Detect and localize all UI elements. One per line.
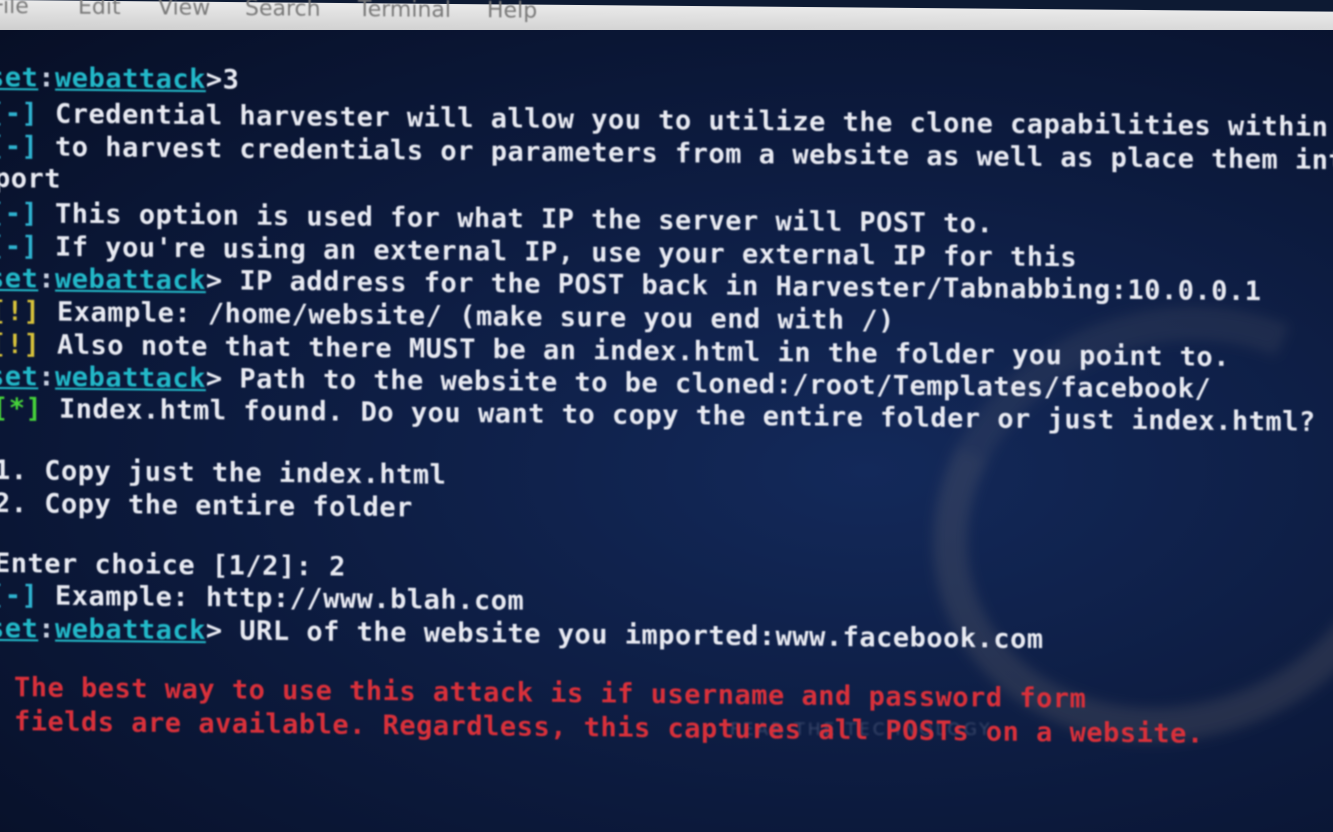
terminal-line: 2. Copy the entire folder bbox=[0, 488, 413, 523]
prompt-separator: : bbox=[38, 263, 56, 295]
output-text: port bbox=[0, 162, 62, 195]
prompt-separator: : bbox=[38, 62, 56, 94]
menu-file[interactable]: File bbox=[0, 0, 29, 19]
output-text: 1. Copy just the index.html bbox=[0, 454, 447, 491]
menu-view[interactable]: View bbox=[158, 0, 210, 21]
terminal-line: set:webattack> URL of the website you im… bbox=[0, 613, 1044, 655]
info-tag: [-] bbox=[0, 197, 39, 230]
warn-tag: [!] bbox=[0, 295, 41, 328]
terminal-line: port bbox=[0, 163, 61, 195]
prompt-set: set bbox=[0, 612, 39, 645]
info-tag: [-] bbox=[0, 230, 39, 263]
output-text: Enter choice [1/2]: 2 bbox=[0, 547, 346, 583]
terminal-window[interactable]: FEAR THE TECHNOLOGY set:webattack>3 [-] C… bbox=[0, 30, 1333, 832]
warn-tag: [!] bbox=[0, 328, 41, 361]
prompt-separator: : bbox=[38, 361, 56, 393]
prompt-module: webattack bbox=[55, 361, 206, 395]
prompt-module: webattack bbox=[55, 613, 206, 647]
ok-tag: [*] bbox=[0, 392, 43, 425]
terminal-line: [-] Example: http://www.blah.com bbox=[0, 580, 524, 617]
terminal-output: set:webattack>3 [-] Credential harvester … bbox=[0, 30, 1333, 832]
prompt-input-text: >3 bbox=[205, 64, 240, 96]
menu-search[interactable]: Search bbox=[245, 0, 321, 22]
output-text: 2. Copy the entire folder bbox=[0, 487, 413, 524]
prompt-set: set bbox=[0, 360, 39, 393]
prompt-set: set bbox=[0, 262, 39, 295]
info-tag: [-] bbox=[0, 579, 39, 612]
terminal-line: 1. Copy just the index.html bbox=[0, 455, 446, 491]
prompt-module: webattack bbox=[55, 62, 206, 96]
terminal-line: Enter choice [1/2]: 2 bbox=[0, 548, 346, 583]
menu-terminal[interactable]: Terminal bbox=[358, 0, 451, 23]
prompt-separator: : bbox=[38, 613, 56, 645]
message-text: Example: http://www.blah.com bbox=[38, 580, 525, 617]
prompt-module: webattack bbox=[55, 263, 206, 297]
info-tag: [-] bbox=[0, 130, 39, 163]
info-tag: [-] bbox=[0, 97, 39, 130]
prompt-set: set bbox=[0, 61, 39, 94]
prompt-input-text: > URL of the website you imported:www.fa… bbox=[205, 615, 1044, 655]
menu-help[interactable]: Help bbox=[487, 0, 537, 24]
terminal-line: set:webattack>3 bbox=[0, 62, 239, 96]
menu-edit[interactable]: Edit bbox=[78, 0, 121, 20]
